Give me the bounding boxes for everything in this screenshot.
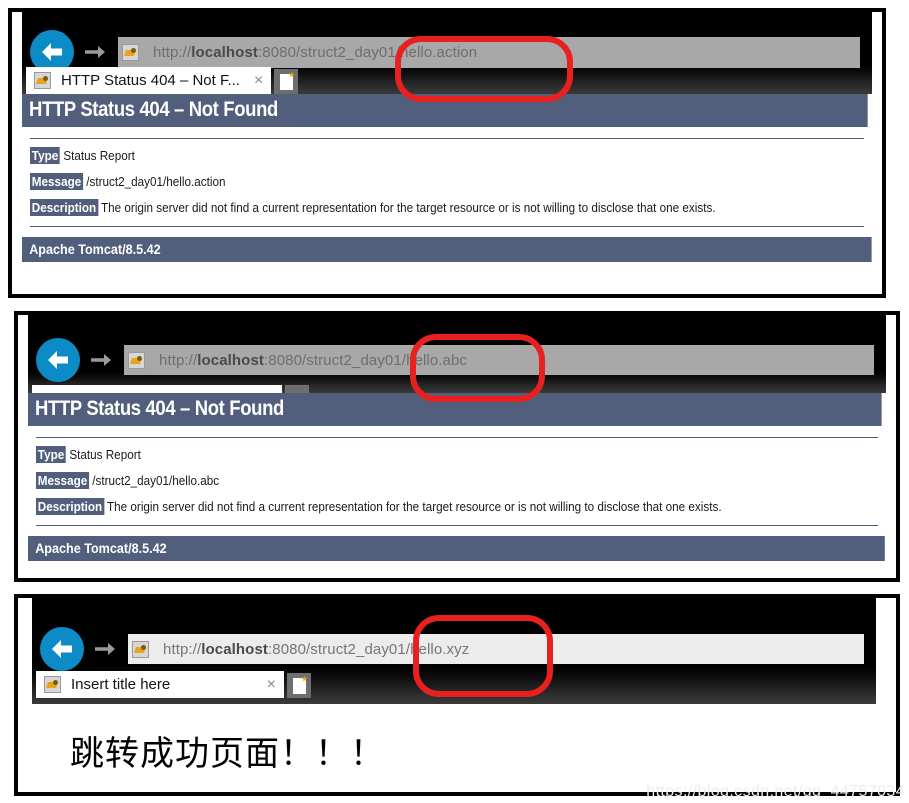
error-description-value: The origin server did not find a current… [101,200,716,215]
screenshot-panel-2: http://localhost:8080/struct2_day01/hell… [14,311,900,582]
new-tab-icon [279,73,293,90]
screenshot-panel-3: http://localhost:8080/struct2_day01/hell… [14,594,900,796]
error-heading: HTTP Status 404 – Not Found [28,393,882,426]
tab-strip-2 [32,365,886,393]
browser-tab-3[interactable]: Insert title here × [36,671,284,698]
error-type-line: Type Status Report [30,147,781,164]
tab-strip-3: Insert title here × [36,670,876,698]
tomcat-favicon-icon [132,640,149,658]
new-tab-icon [292,677,306,694]
new-tab-button[interactable] [274,69,299,94]
tab-favicon-icon [34,72,51,89]
error-type-line: Type Status Report [36,446,794,463]
error-message-label: Message [30,173,84,190]
success-message: 跳转成功页面！！！ [70,734,385,774]
error-divider-bottom [30,226,864,227]
address-bar-url: http://localhost:8080/struct2_day01/hell… [163,640,470,658]
address-bar[interactable]: http://localhost:8080/struct2_day01/hell… [128,634,864,664]
tab-title: Insert title here [71,676,171,693]
error-description-line: Description The origin server did not fi… [36,498,794,515]
error-heading: HTTP Status 404 – Not Found [22,94,868,127]
error-message-line: Message /struct2_day01/hello.action [30,173,781,190]
error-type-label: Type [36,446,67,463]
browser-chrome-3: http://localhost:8080/struct2_day01/hell… [32,598,876,704]
error-message-line: Message /struct2_day01/hello.abc [36,472,794,489]
tomcat-favicon-icon [122,43,139,61]
address-bar-url: http://localhost:8080/struct2_day01/hell… [153,43,478,61]
tab-title: HTTP Status 404 – Not F... [61,72,240,89]
panel-1-content: http://localhost:8080/struct2_day01/hell… [12,12,882,294]
error-body-1: Type Status Report Message /struct2_day0… [22,139,872,216]
error-description-label: Description [30,199,98,216]
error-body-2: Type Status Report Message /struct2_day0… [28,438,886,515]
browser-tab-2[interactable] [32,385,282,393]
error-type-value: Status Report [69,447,141,462]
error-divider-bottom [36,525,878,526]
new-tab-button[interactable] [285,385,309,393]
error-footer: Apache Tomcat/8.5.42 [28,536,886,561]
tab-close-icon[interactable]: × [252,72,265,89]
error-footer: Apache Tomcat/8.5.42 [22,237,872,262]
nav-row-3: http://localhost:8080/struct2_day01/hell… [32,626,876,672]
new-tab-button[interactable] [287,673,311,698]
address-bar[interactable]: http://localhost:8080/struct2_day01/hell… [118,36,860,68]
back-button[interactable] [40,627,84,671]
error-type-label: Type [30,147,61,164]
screenshot-panel-1: http://localhost:8080/struct2_day01/hell… [8,8,886,298]
tab-close-icon[interactable]: × [265,676,278,693]
tomcat-error-page-1: HTTP Status 404 – Not Found Type Status … [22,94,872,294]
browser-chrome-2: http://localhost:8080/struct2_day01/hell… [28,315,886,393]
panel-2-content: http://localhost:8080/struct2_day01/hell… [18,315,896,578]
error-description-line: Description The origin server did not fi… [30,199,781,216]
blog-watermark: https://blog.csdn.net/qq_44757034 [646,783,905,800]
error-message-value: /struct2_day01/hello.abc [92,473,220,488]
tomcat-error-page-2: HTTP Status 404 – Not Found Type Status … [28,393,886,578]
error-message-value: /struct2_day01/hello.action [86,174,226,189]
panel-3-content: http://localhost:8080/struct2_day01/hell… [18,598,896,792]
tab-favicon-icon [44,676,61,693]
error-type-value: Status Report [63,148,135,163]
error-description-value: The origin server did not find a current… [107,499,722,514]
browser-chrome-1: http://localhost:8080/struct2_day01/hell… [22,12,872,94]
error-message-label: Message [36,472,90,489]
success-page: 跳转成功页面！！！ [32,704,876,792]
forward-button[interactable] [80,37,110,67]
browser-tab-1[interactable]: HTTP Status 404 – Not F... × [26,67,272,94]
forward-button[interactable] [90,634,120,664]
error-description-label: Description [36,498,104,515]
tab-strip-1: HTTP Status 404 – Not F... × [26,66,872,94]
